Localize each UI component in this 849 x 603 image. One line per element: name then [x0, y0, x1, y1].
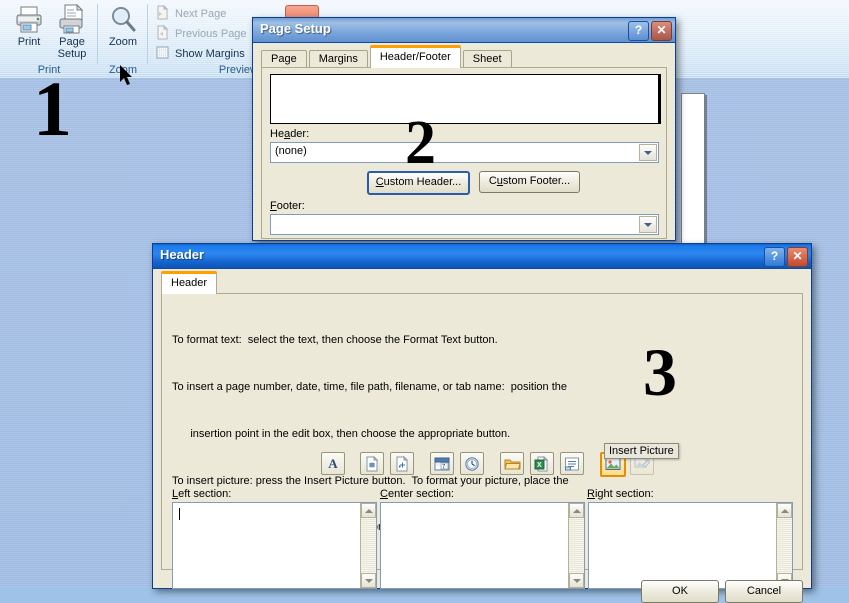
custom-footer-button[interactable]: Custom Footer... [479, 171, 580, 193]
center-section-input[interactable] [380, 502, 585, 589]
clock-icon [461, 453, 483, 474]
zoom-button-label: Zoom [108, 36, 138, 48]
number-of-pages-icon [391, 453, 413, 474]
next-page-command[interactable]: Next Page [155, 4, 227, 20]
header-footer-panel: Header: (none) Custom Header... Custom F… [261, 67, 667, 239]
next-page-icon [155, 4, 170, 20]
page-setup-button-label: Page Setup [57, 36, 87, 60]
page-number-icon [361, 453, 383, 474]
header-dialog-tabstrip: Header [161, 271, 219, 294]
insert-file-path-button[interactable] [500, 452, 524, 475]
header-dialog-titlebar: Header ? ✕ [153, 244, 811, 269]
left-section-label: Left section: [172, 488, 232, 500]
zoom-button[interactable]: Zoom [97, 3, 149, 48]
footer-chevron-down-icon[interactable] [639, 216, 657, 233]
left-section-scrollbar[interactable] [360, 503, 376, 588]
insert-page-number-button[interactable] [360, 452, 384, 475]
tab-header-footer[interactable]: Header/Footer [369, 45, 461, 68]
insert-number-of-pages-button[interactable] [390, 452, 414, 475]
font-A-icon: A [328, 455, 338, 471]
footer-combo[interactable] [270, 214, 659, 235]
page-setup-button[interactable]: Page Setup [46, 3, 98, 60]
page-setup-dialog: Page Setup ? ✕ Page Margins Header/Foote… [252, 17, 676, 241]
svg-text:X: X [537, 462, 542, 469]
center-section-label: Center section: [380, 488, 454, 500]
ribbon-group-print-label: Print [37, 64, 61, 76]
previous-page-label: Previous Page [175, 28, 247, 40]
ok-button[interactable]: OK [641, 580, 719, 603]
show-margins-command[interactable]: Show Margins [155, 45, 245, 60]
ribbon-group-preview-label: Preview [218, 64, 258, 76]
page-setup-icon [56, 3, 88, 35]
printer-icon [13, 3, 45, 35]
header-preview-box [270, 74, 661, 124]
magnifier-icon [107, 3, 139, 35]
insert-picture-tooltip: Insert Picture [604, 443, 679, 459]
text-caret [179, 508, 180, 520]
tab-header[interactable]: Header [161, 271, 218, 294]
cancel-button[interactable]: Cancel [725, 580, 803, 603]
instruction-line-1: To format text: select the text, then ch… [172, 334, 498, 347]
ribbon-group-zoom-label: Zoom [108, 64, 138, 76]
right-section-input[interactable] [588, 502, 793, 589]
next-page-label: Next Page [175, 8, 227, 20]
insert-sheet-name-button[interactable] [560, 452, 584, 475]
header-dialog-help-button[interactable]: ? [764, 247, 785, 267]
page-setup-close-button[interactable]: ✕ [651, 21, 672, 41]
page-setup-tabstrip: Page Margins Header/Footer Sheet [261, 45, 514, 68]
instruction-line-3: insertion point in the edit box, then ch… [172, 427, 511, 440]
header-tab-panel: To format text: select the text, then ch… [161, 293, 803, 589]
header-dialog: Header ? ✕ Header To format text: select… [152, 243, 812, 603]
workbook-icon: X [531, 453, 553, 474]
previous-page-command[interactable]: Previous Page [155, 24, 247, 40]
folder-icon [501, 453, 523, 474]
checkbox-icon [155, 45, 170, 60]
center-scroll-up-arrow-icon[interactable] [569, 503, 584, 518]
step-1-annotation: 1 [33, 65, 72, 152]
scroll-down-arrow-icon[interactable] [361, 573, 376, 588]
header-dialog-body: Header To format text: select the text, … [153, 268, 811, 603]
header-dialog-title: Header [160, 247, 205, 262]
center-scroll-down-arrow-icon[interactable] [569, 573, 584, 588]
chevron-down-icon[interactable] [639, 144, 657, 161]
calendar-icon: 7 [431, 453, 453, 474]
header-combo[interactable]: (none) [270, 142, 659, 163]
app-background: Print Print Page Setup Zoom Zoom Preview… [0, 0, 849, 603]
format-text-button[interactable]: A [321, 452, 345, 475]
sheet-tab-icon [561, 453, 583, 474]
instruction-line-4: To insert picture: press the Insert Pict… [172, 474, 569, 487]
tab-sheet[interactable]: Sheet [462, 50, 512, 68]
page-setup-titlebar: Page Setup ? ✕ [253, 18, 675, 43]
header-dialog-close-button[interactable]: ✕ [787, 247, 808, 267]
header-label: Header: [270, 128, 310, 140]
page-setup-body: Page Margins Header/Footer Sheet Header:… [253, 42, 675, 240]
tab-margins[interactable]: Margins [308, 50, 368, 68]
header-combo-value: (none) [275, 145, 307, 157]
insert-time-button[interactable] [460, 452, 484, 475]
insert-date-button[interactable]: 7 [430, 452, 454, 475]
footer-label: Footer: [270, 200, 305, 212]
custom-header-button[interactable]: Custom Header... [367, 171, 470, 195]
instruction-line-2: To insert a page number, date, time, fil… [172, 380, 568, 393]
show-margins-label: Show Margins [175, 48, 245, 60]
page-setup-help-button[interactable]: ? [628, 21, 649, 41]
tab-page[interactable]: Page [261, 50, 307, 68]
insert-file-name-button[interactable]: X [530, 452, 554, 475]
scroll-up-arrow-icon[interactable] [361, 503, 376, 518]
previous-page-icon [155, 24, 170, 40]
center-section-scrollbar[interactable] [568, 503, 584, 588]
right-scroll-up-arrow-icon[interactable] [777, 503, 792, 518]
left-section-input[interactable] [172, 502, 377, 589]
right-section-scrollbar[interactable] [776, 503, 792, 588]
right-section-label: Right section: [587, 488, 654, 500]
page-setup-title: Page Setup [260, 21, 331, 36]
